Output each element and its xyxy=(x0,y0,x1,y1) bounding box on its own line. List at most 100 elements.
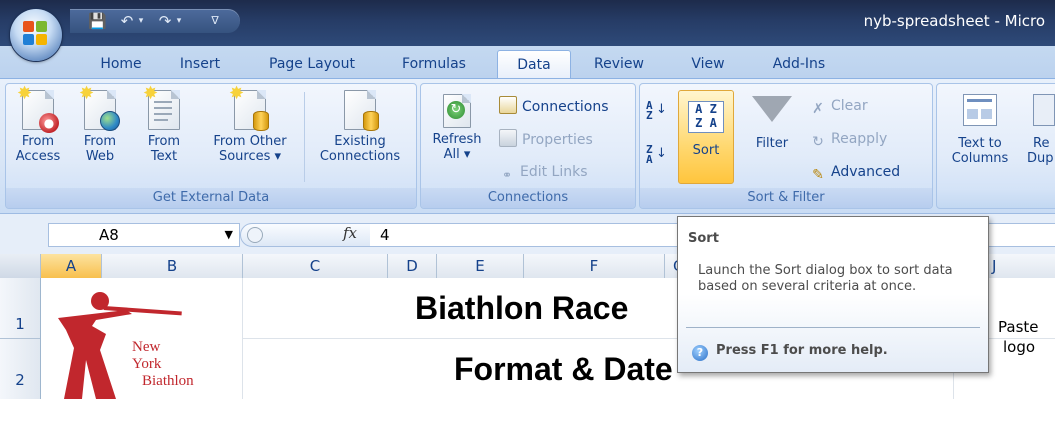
tab-page-layout[interactable]: Page Layout xyxy=(262,52,362,78)
undo-dropdown-icon[interactable]: ▾ xyxy=(132,12,150,30)
office-button[interactable] xyxy=(10,9,62,61)
group-divider xyxy=(304,92,305,182)
sort-a-to-z-button[interactable]: AZ ↓ xyxy=(646,98,667,124)
cell-title-line-1: Biathlon Race xyxy=(415,290,629,326)
remove-duplicates-icon xyxy=(1033,94,1055,126)
existing-connections-button[interactable]: Existing Connections xyxy=(312,90,408,164)
tab-formulas[interactable]: Formulas xyxy=(397,52,471,78)
connections-label: Connections xyxy=(522,99,609,115)
sort-tooltip: Sort Launch the Sort dialog box to sort … xyxy=(677,216,989,373)
expand-formula-icon[interactable] xyxy=(247,227,263,243)
edit-links-label: Edit Links xyxy=(520,164,588,180)
new-york-biathlon-logo: New York Biathlon xyxy=(56,290,236,399)
insert-function-button[interactable]: fx xyxy=(343,224,357,242)
ribbon: ✸ ● From Access ✸ From Web ✸ From Text ✸… xyxy=(0,78,1055,213)
reapply-label: Reapply xyxy=(831,131,888,147)
customize-qat-icon[interactable]: ∇ xyxy=(206,12,224,30)
filter-funnel-icon xyxy=(752,96,792,122)
from-other-label-2: Sources ▾ xyxy=(218,149,282,164)
from-access-label-1: From xyxy=(21,134,55,149)
connections-icon xyxy=(499,96,517,114)
remove-duplicates-button[interactable]: Re Dup xyxy=(1027,90,1055,166)
save-icon[interactable]: 💾 xyxy=(88,12,107,30)
from-web-icon: ✸ xyxy=(79,85,120,131)
reapply-icon: ↻ xyxy=(812,134,824,150)
row-header-1[interactable]: 1 xyxy=(0,278,40,339)
tab-home[interactable]: Home xyxy=(96,52,146,78)
refresh-label-2: All ▾ xyxy=(443,147,471,162)
tooltip-body: Launch the Sort dialog box to sort data … xyxy=(698,263,953,294)
clear-label: Clear xyxy=(831,98,868,114)
name-box-dropdown-icon[interactable]: ▼ xyxy=(225,224,233,246)
properties-label: Properties xyxy=(522,132,593,148)
text-to-columns-button[interactable]: Text to Columns xyxy=(941,90,1019,166)
sort-z-to-a-button[interactable]: ZA ↓ xyxy=(646,142,667,168)
advanced-button[interactable]: ✎ Advanced xyxy=(810,162,900,183)
select-all-corner[interactable] xyxy=(0,254,41,278)
reapply-button[interactable]: ↻ Reapply xyxy=(810,129,888,150)
logo-text-biathlon: Biathlon xyxy=(142,373,194,389)
sort-descending-icon: ZA xyxy=(646,143,653,166)
group-label-sort-filter: Sort & Filter xyxy=(640,188,932,208)
group-get-external-data: ✸ ● From Access ✸ From Web ✸ From Text ✸… xyxy=(5,83,417,209)
group-sort-filter: AZ ↓ ZA ↓ A ZZ A Sort Filter ✗ Clear ↻ Rea… xyxy=(639,83,933,209)
sort-button[interactable]: A ZZ A Sort xyxy=(678,90,734,184)
remove-dup-label-1: Re xyxy=(1033,136,1050,151)
properties-button[interactable]: Properties xyxy=(499,129,593,149)
column-header-b[interactable]: B xyxy=(102,254,243,278)
sort-label: Sort xyxy=(692,143,720,158)
from-access-label-2: Access xyxy=(15,149,61,164)
from-other-sources-icon: ✸ xyxy=(229,85,269,131)
column-header-d[interactable]: D xyxy=(388,254,437,278)
connections-button[interactable]: Connections xyxy=(499,96,609,116)
existing-connections-label-2: Connections xyxy=(319,149,401,164)
filter-button[interactable]: Filter xyxy=(744,90,800,151)
advanced-filter-icon: ✎ xyxy=(812,167,824,183)
properties-icon xyxy=(499,129,517,147)
redo-dropdown-icon[interactable]: ▾ xyxy=(170,12,188,30)
tab-insert[interactable]: Insert xyxy=(175,52,225,78)
from-web-label-2: Web xyxy=(85,149,115,164)
edit-links-icon: ⚭ xyxy=(501,168,513,182)
window-title: nyb-spreadsheet - Micro xyxy=(863,12,1045,30)
group-connections: ↻ Refresh All ▾ Connections Properties ⚭… xyxy=(420,83,636,209)
column-header-c[interactable]: C xyxy=(243,254,388,278)
tab-review[interactable]: Review xyxy=(588,52,650,78)
existing-connections-icon xyxy=(344,90,379,131)
tab-add-ins[interactable]: Add-Ins xyxy=(763,52,835,78)
logo-text-york: York xyxy=(132,356,162,372)
row-header-2[interactable]: 2 xyxy=(0,339,40,399)
group-label-get-external-data: Get External Data xyxy=(6,188,416,208)
tab-data[interactable]: Data xyxy=(497,50,571,80)
help-icon: ? xyxy=(692,345,708,361)
text-to-columns-icon xyxy=(963,94,997,126)
from-other-label-1: From Other xyxy=(213,134,287,149)
text-to-columns-label-2: Columns xyxy=(951,151,1009,166)
from-text-button[interactable]: ✸ From Text xyxy=(142,85,186,165)
from-access-button[interactable]: ✸ ● From Access xyxy=(12,85,64,165)
paste-logo-text-2: logo xyxy=(1003,338,1036,356)
column-header-f[interactable]: F xyxy=(524,254,665,278)
formula-value: 4 xyxy=(380,226,390,244)
clear-filter-icon: ✗ xyxy=(812,101,824,117)
from-access-icon: ✸ ● xyxy=(17,85,59,133)
group-data-tools: Text to Columns Re Dup xyxy=(936,83,1055,209)
refresh-all-button[interactable]: ↻ Refresh All ▾ xyxy=(427,94,487,162)
clear-button[interactable]: ✗ Clear xyxy=(810,96,868,117)
edit-links-button[interactable]: ⚭ Edit Links xyxy=(499,162,588,182)
title-bar: 💾 ↶ ▾ ↷ ▾ ∇ nyb-spreadsheet - Micro xyxy=(0,0,1055,46)
name-box-value: A8 xyxy=(99,226,119,244)
tab-view[interactable]: View xyxy=(680,52,736,78)
cell-title-line-2: Format & Date xyxy=(454,351,673,387)
column-header-a[interactable]: A xyxy=(41,254,102,278)
filter-label: Filter xyxy=(755,136,789,151)
from-other-sources-button[interactable]: ✸ From Other Sources ▾ xyxy=(202,85,298,165)
tooltip-title: Sort xyxy=(688,231,719,246)
column-header-e[interactable]: E xyxy=(437,254,524,278)
office-logo-icon xyxy=(23,21,49,47)
from-text-icon: ✸ xyxy=(143,85,180,130)
text-to-columns-label-1: Text to xyxy=(958,136,1002,151)
from-web-button[interactable]: ✸ From Web xyxy=(78,85,122,164)
from-web-label-1: From xyxy=(83,134,117,149)
name-box[interactable]: A8 ▼ xyxy=(48,223,240,247)
